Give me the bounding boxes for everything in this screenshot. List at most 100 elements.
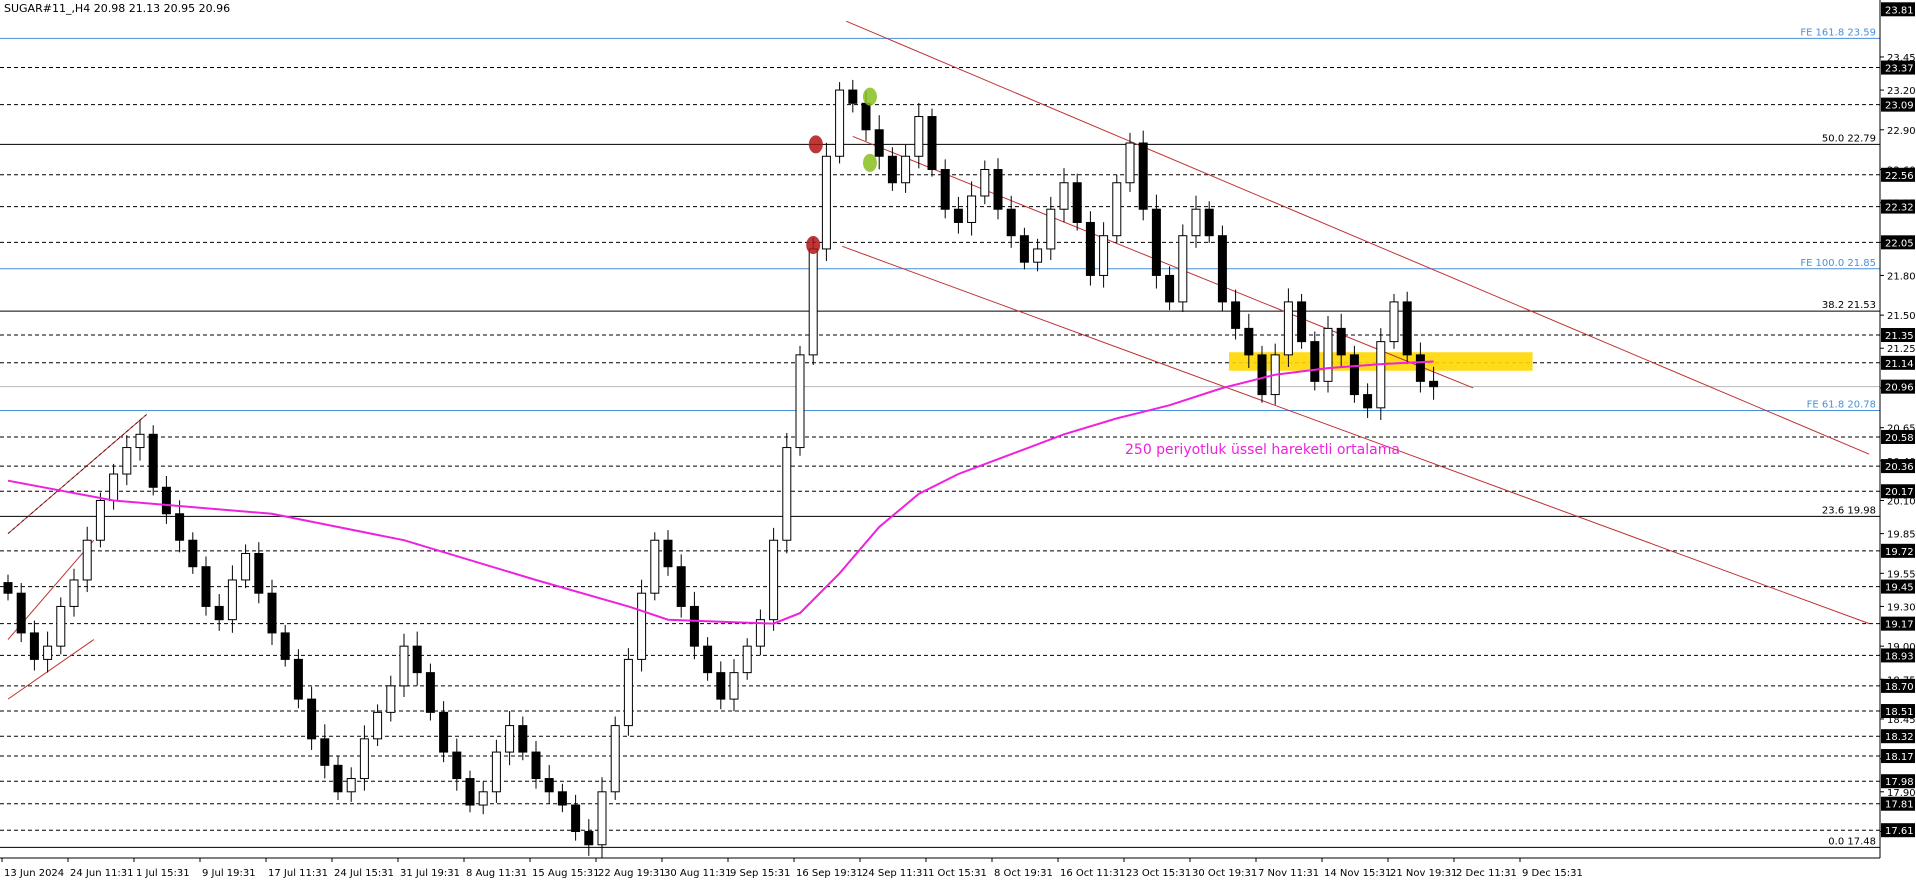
time-tick-label: 21 Nov 19:31	[1390, 868, 1457, 879]
candle-body	[742, 645, 752, 674]
candle-body	[1402, 301, 1412, 356]
candle-body	[227, 579, 237, 621]
candle-body	[544, 778, 554, 793]
candle-body	[1217, 235, 1227, 303]
candle-body	[782, 447, 792, 541]
candle-body	[280, 632, 290, 660]
candle-body	[597, 791, 607, 846]
fib-level-label: 50.0 22.79	[1822, 133, 1876, 144]
time-tick-label: 15 Aug 15:31	[532, 868, 599, 879]
price-tick-label: 21.50	[1887, 311, 1916, 322]
candle-body	[1310, 341, 1320, 382]
red-marker	[808, 135, 823, 154]
candle-body	[887, 155, 897, 184]
candle-body	[1244, 327, 1254, 356]
candle-body	[241, 552, 251, 581]
candle-body	[650, 539, 660, 594]
time-tick-label: 31 Jul 19:31	[400, 868, 460, 879]
price-chart[interactable]: FE 161.8 23.59 50.0 22.79 FE 100.0 21.85 38…	[0, 0, 1916, 888]
price-tick-label: 22.90	[1887, 126, 1916, 137]
candle-body	[967, 195, 977, 223]
candle-body	[465, 778, 475, 806]
candle-body	[584, 831, 594, 846]
candle-body	[399, 645, 409, 687]
candle-body	[43, 645, 53, 660]
candle-body	[109, 473, 119, 502]
candle-body	[703, 645, 713, 674]
time-tick-label: 8 Oct 19:31	[994, 868, 1053, 879]
price-tag-label: 17.61	[1885, 826, 1914, 837]
candle-body	[1231, 301, 1241, 329]
price-tag-label: 21.35	[1885, 331, 1914, 342]
candle-body	[689, 605, 699, 647]
time-tick-label: 8 Aug 11:31	[466, 868, 527, 879]
candle-body	[201, 566, 211, 607]
candle-body	[1178, 235, 1188, 303]
price-tag-label: 19.45	[1885, 583, 1914, 594]
candle-body	[1191, 208, 1201, 237]
time-tick-label: 30 Aug 11:31	[664, 868, 731, 879]
candle-body	[821, 155, 831, 250]
candle-body	[293, 658, 303, 700]
time-tick-label: 24 Jun 11:31	[70, 868, 134, 879]
candle-body	[518, 725, 528, 753]
candle-body	[161, 486, 171, 515]
candle-body	[848, 89, 858, 104]
time-tick-label: 2 Dec 11:31	[1456, 868, 1517, 879]
price-tick-label: 21.80	[1887, 271, 1916, 282]
ema-annotation: 250 periyotluk üssel hareketli ortalama	[1125, 442, 1400, 458]
time-tick-label: 24 Sep 11:31	[862, 868, 929, 879]
price-tag-label: 22.32	[1885, 203, 1914, 214]
candle-body	[69, 579, 79, 607]
candle-body	[914, 116, 924, 157]
green-marker	[862, 153, 877, 172]
candle-body	[610, 725, 620, 793]
price-tag-label: 17.81	[1885, 800, 1914, 811]
candle-body	[1033, 248, 1043, 263]
price-tag-label: 20.17	[1885, 487, 1914, 498]
candle-body	[320, 738, 330, 766]
candle-body	[927, 116, 937, 171]
candle-body	[267, 592, 277, 634]
time-tick-label: 23 Oct 15:31	[1126, 868, 1191, 879]
candle-body	[333, 764, 343, 793]
candle-body	[1112, 182, 1122, 237]
price-tag-label: 22.56	[1885, 171, 1914, 182]
candle-body	[1085, 221, 1095, 276]
time-tick-label: 9 Sep 15:31	[730, 868, 790, 879]
candle-body	[637, 592, 647, 660]
price-tag-label: 18.70	[1885, 682, 1914, 693]
time-tick-label: 14 Nov 15:31	[1324, 868, 1391, 879]
price-tick-label: 23.20	[1887, 86, 1916, 97]
fib-level-label: FE 100.0 21.85	[1800, 258, 1876, 269]
candle-body	[1046, 208, 1056, 250]
candle-body	[478, 791, 488, 806]
candle-body	[993, 169, 1003, 210]
time-tick-label: 7 Nov 11:31	[1258, 868, 1319, 879]
candle-body	[940, 169, 950, 210]
candle-body	[1204, 208, 1214, 237]
candle-body	[1389, 301, 1399, 343]
candle-body	[56, 605, 66, 647]
price-tag-label: 20.36	[1885, 462, 1914, 473]
candle-body	[1059, 182, 1069, 210]
candle-body	[373, 711, 383, 740]
time-tick-label: 1 Jul 15:31	[136, 868, 190, 879]
candle-body	[980, 169, 990, 197]
candle-body	[1019, 235, 1029, 263]
candle-body	[29, 632, 39, 660]
candle-body	[135, 433, 145, 449]
candle-body	[122, 447, 132, 475]
price-tag-label: 19.17	[1885, 620, 1914, 631]
candle-body	[808, 248, 818, 356]
candle-body	[1363, 394, 1373, 409]
chart-background	[0, 0, 1916, 888]
candle-body	[835, 89, 845, 157]
candle-body	[425, 672, 435, 713]
price-tag-label: 23.81	[1885, 5, 1914, 16]
symbol-ohlc-label: SUGAR#11_,H4 20.98 21.13 20.95 20.96	[4, 2, 230, 15]
candle-body	[1429, 380, 1439, 388]
candle-body	[676, 566, 686, 607]
candle-body	[1283, 301, 1293, 356]
candle-body	[531, 751, 541, 780]
